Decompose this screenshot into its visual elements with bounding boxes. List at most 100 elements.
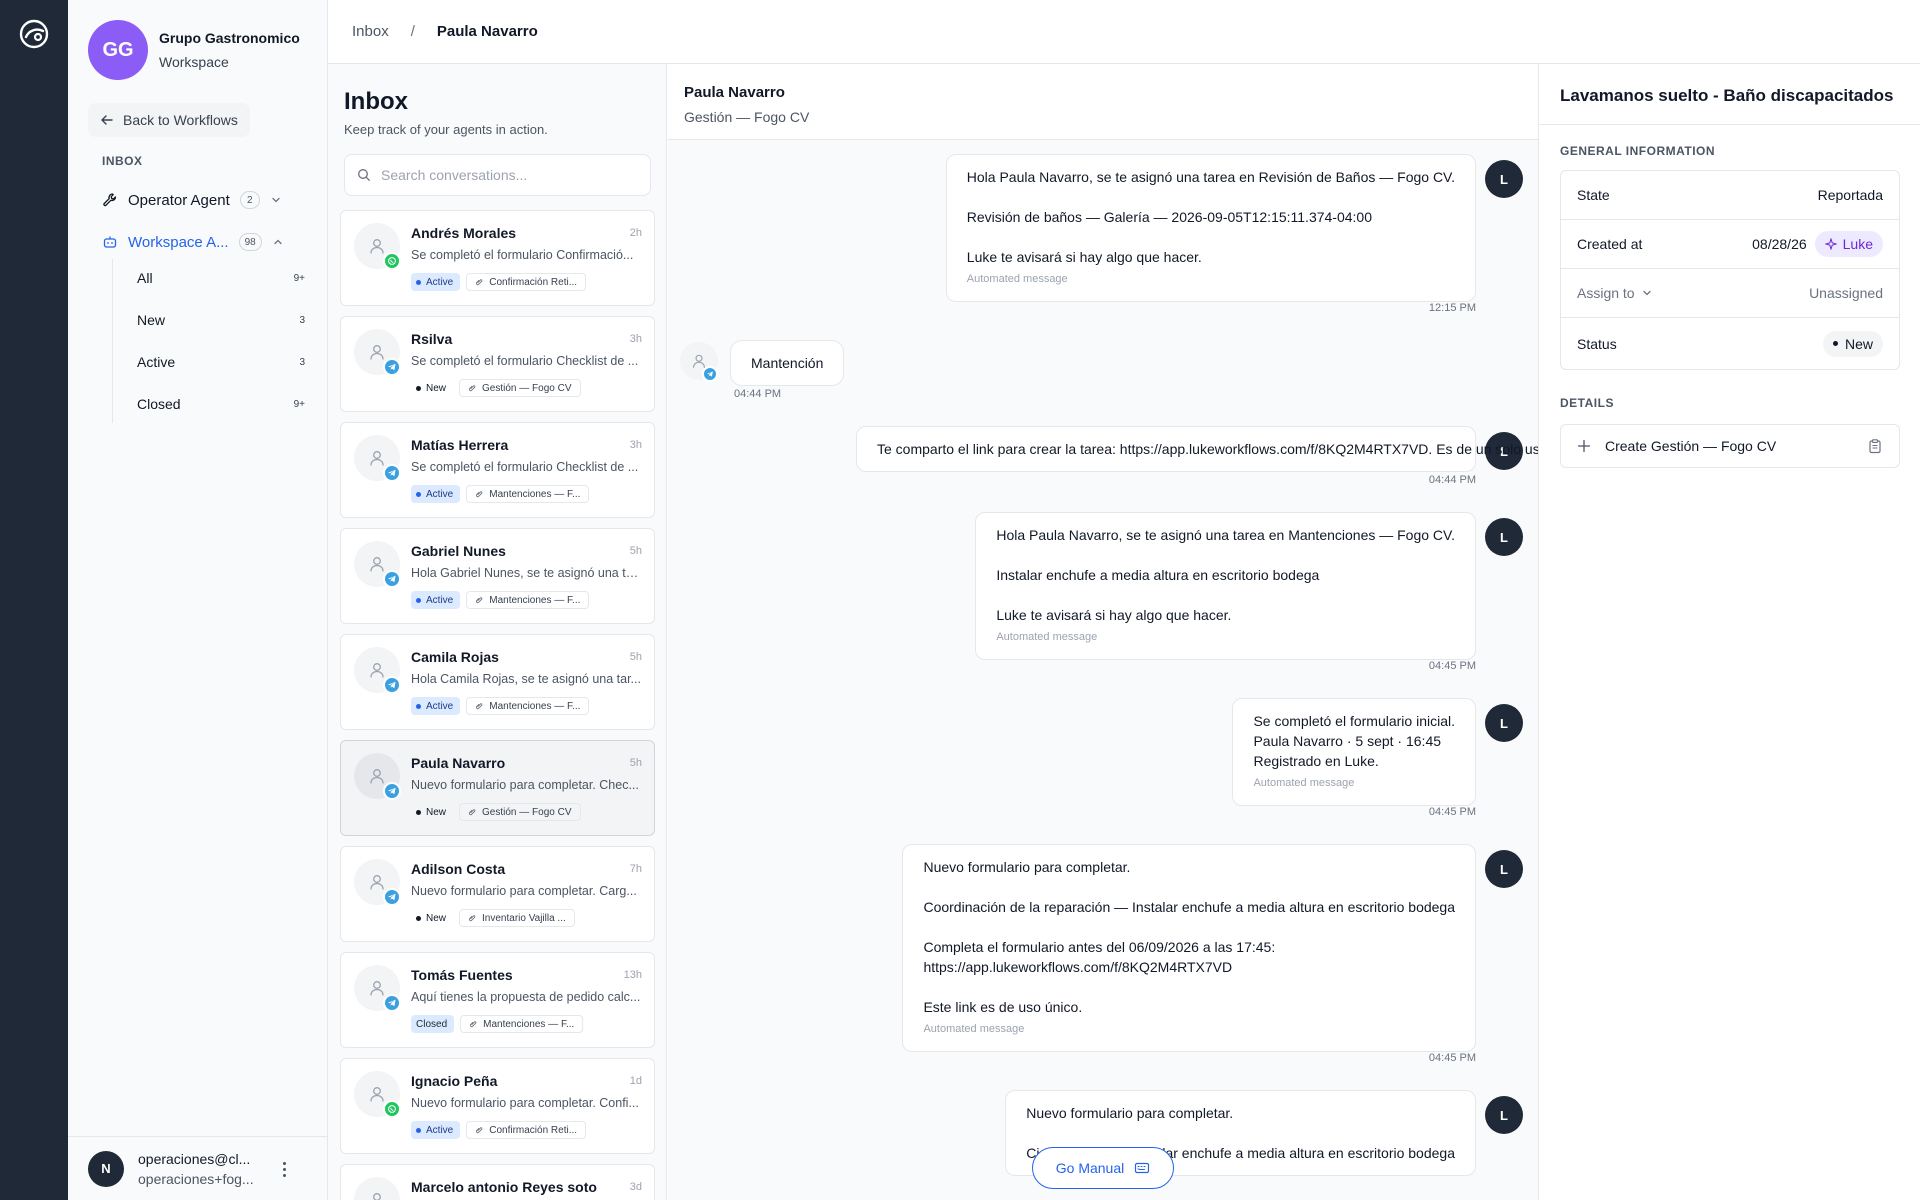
creator-name: Luke (1842, 236, 1873, 252)
chat-contact-workflow: Gestión — Fogo CV (684, 109, 810, 125)
created-value: 08/28/26 (1752, 236, 1807, 252)
contact-name: Marcelo antonio Reyes soto (411, 1179, 597, 1195)
conversation-item[interactable]: Marcelo antonio Reyes soto 3d (340, 1164, 655, 1200)
workflow-tag: Confirmación Reti... (466, 1121, 587, 1139)
agent-avatar: L (1485, 704, 1523, 742)
back-to-workflows-button[interactable]: Back to Workflows (88, 103, 250, 137)
whatsapp-icon (383, 252, 401, 270)
whatsapp-icon (383, 1100, 401, 1118)
sidebar-item-workspace-agent[interactable]: Workspace A... 98 (102, 227, 314, 257)
chevron-down-icon[interactable] (1641, 287, 1653, 299)
message-line (967, 187, 1455, 207)
conversation-time: 1d (629, 1075, 642, 1087)
assign-value: Unassigned (1809, 285, 1883, 301)
keyboard-icon (1135, 1162, 1150, 1174)
message-line: Luke te avisará si hay algo que hacer. (996, 607, 1232, 623)
outgoing-message: Nuevo formulario para completar. Coordin… (902, 844, 1476, 1052)
chevron-up-icon[interactable] (272, 236, 284, 248)
sidebar-item-operator-agent[interactable]: Operator Agent 2 (102, 185, 314, 215)
message-line: Paula Navarro · 5 sept · 16:45 (1253, 733, 1442, 749)
message-line: Hola Paula Navarro, se te asignó una tar… (966, 169, 1455, 185)
conversation-item[interactable]: Tomás Fuentes 13h Aquí tienes la propuesta… (340, 952, 655, 1048)
status-badge: New (1822, 330, 1883, 357)
workspace-name: Grupo Gastronomico (159, 30, 300, 46)
workflow-label: Mantenciones — F... (489, 594, 581, 606)
conversation-time: 7h (629, 863, 642, 875)
workflow-tag: Mantenciones — F... (466, 591, 590, 609)
breadcrumb-inbox[interactable]: Inbox (352, 23, 389, 40)
created-label: Created at (1577, 236, 1643, 252)
agent-avatar: L (1485, 518, 1523, 556)
conversation-item[interactable]: Camila Rojas 5h Hola Camila Rojas, se te a… (340, 634, 655, 730)
tag-icon (475, 278, 489, 287)
filter-count: 9+ (293, 398, 305, 410)
tag-icon (475, 490, 489, 499)
filter-new[interactable]: New 3 (113, 305, 315, 335)
status-badge: New (411, 909, 453, 927)
conversation-list-panel: Inbox Keep track of your agents in actio… (328, 64, 667, 1200)
create-task-button[interactable]: Create Gestión — Fogo CV (1560, 424, 1900, 468)
user-email: operaciones@cl... (138, 1150, 251, 1167)
general-info-label: GENERAL INFORMATION (1560, 144, 1716, 158)
app-logo-icon[interactable] (18, 18, 50, 50)
more-vertical-icon[interactable] (272, 1157, 296, 1181)
outgoing-message: Te comparto el link para crear la tarea:… (856, 426, 1538, 472)
status-label: Active (426, 488, 454, 500)
sidebar: GG Grupo Gastronomico Workspace Back to … (68, 0, 328, 1200)
filter-all[interactable]: All 9+ (113, 263, 315, 293)
message-line (923, 877, 1455, 897)
filter-label: Active (137, 354, 176, 370)
status-label: Status (1577, 335, 1617, 352)
conversation-item[interactable]: Ignacio Peña 1d Nuevo formulario para comp… (340, 1058, 655, 1154)
status-value: New (1844, 335, 1873, 352)
message-timestamp: 04:44 PM (734, 388, 782, 400)
clipboard-icon[interactable] (1867, 438, 1883, 454)
outgoing-message: Hola Paula Navarro, se te asignó una tar… (945, 154, 1476, 302)
filter-active[interactable]: Active 3 (113, 347, 315, 377)
conversation-item[interactable]: Rsilva 3h Se completó el formulario Checkl… (340, 316, 655, 412)
conversation-item[interactable]: Matías Herrera 3h Se completó el formulari… (340, 422, 655, 518)
tag-icon (475, 702, 489, 711)
status-badge: Active (411, 591, 461, 609)
assign-label[interactable]: Assign to (1577, 285, 1635, 301)
telegram-icon (383, 676, 401, 694)
conversation-item[interactable]: Gabriel Nunes 5h Hola Gabriel Nunes, se te… (340, 528, 655, 624)
workflow-label: Confirmación Reti... (489, 1124, 578, 1136)
telegram-icon (383, 464, 401, 482)
chevron-down-icon[interactable] (270, 194, 282, 206)
workspace-switcher[interactable]: GG Grupo Gastronomico Workspace (88, 20, 300, 80)
conversation-time: 3h (629, 439, 642, 451)
breadcrumb-current: Paula Navarro (436, 23, 538, 40)
message-line: Luke te avisará si hay algo que hacer. (966, 249, 1202, 265)
conversation-time: 3d (629, 1181, 642, 1193)
details-panel: Lavamanos suelto - Baño discapacitados G… (1540, 64, 1920, 1200)
inbox-section-label: INBOX (102, 154, 143, 168)
outgoing-message: Hola Paula Navarro, se te asignó una tar… (975, 512, 1476, 660)
search-box (344, 154, 651, 196)
chat-panel: Paula Navarro Gestión — Fogo CV L Hola Pa… (668, 64, 1539, 1200)
conversation-time: 5h (629, 757, 642, 769)
conversation-item[interactable]: Adilson Costa 7h Nuevo formulario para com… (340, 846, 655, 942)
conversation-time: 5h (629, 651, 642, 663)
search-input[interactable] (381, 167, 641, 183)
filter-label: Closed (137, 396, 181, 412)
status-label: New (426, 912, 447, 924)
chat-contact-name: Paula Navarro (684, 84, 785, 101)
filter-closed[interactable]: Closed 9+ (113, 389, 315, 419)
agent-avatar: L (1485, 850, 1523, 888)
message-line: Nuevo formulario para completar. (1026, 1105, 1234, 1121)
divider (1540, 124, 1920, 125)
conversation-item[interactable]: Andrés Morales 2h Se completó el formulari… (340, 210, 655, 306)
message-line (1026, 1123, 1455, 1143)
message-line: Mantención (751, 355, 824, 371)
status-label: New (426, 806, 447, 818)
assign-row[interactable]: Assign to Unassigned (1561, 269, 1899, 318)
user-avatar: N (88, 1150, 124, 1187)
message-timestamp: 04:45 PM (1428, 1052, 1476, 1064)
telegram-icon (702, 366, 718, 382)
go-manual-button[interactable]: Go Manual (1032, 1147, 1174, 1189)
conversation-item[interactable]: Paula Navarro 5h Nuevo formulario para com… (340, 740, 655, 836)
status-badge: New (411, 803, 453, 821)
sparkle-icon (1824, 238, 1837, 250)
incoming-message: Mantención (730, 340, 845, 386)
